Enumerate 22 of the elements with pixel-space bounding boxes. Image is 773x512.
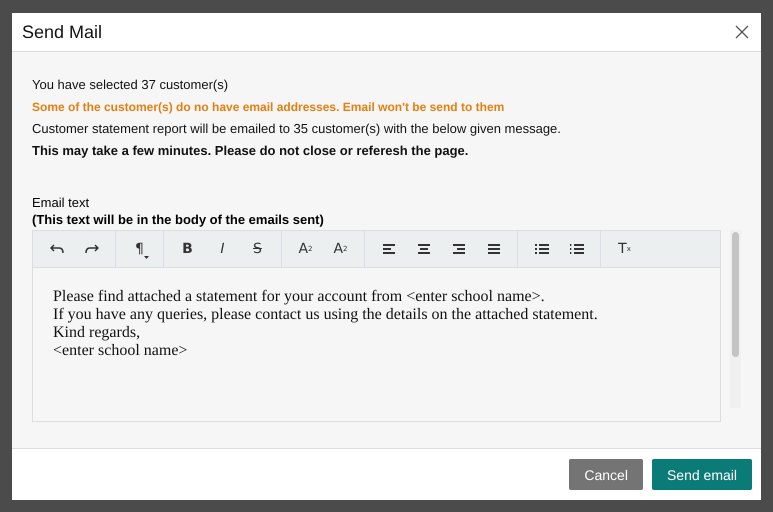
- rich-text-editor[interactable]: [32, 230, 721, 422]
- close-icon[interactable]: [733, 23, 751, 41]
- email-body-line: If you have any queries, please contact us using the details on the attached statement.: [53, 306, 599, 324]
- email-body-line: Kind regards,: [53, 324, 142, 342]
- send-email-button[interactable]: Send email: [652, 459, 752, 490]
- caret-icon: [144, 256, 149, 259]
- scrollbar[interactable]: [730, 230, 741, 408]
- bold-button[interactable]: B: [170, 235, 205, 263]
- message-text: Some of the customer(s) do no have email addresses. Email won't be send to them: [32, 99, 506, 115]
- dialog-title: Send Mail: [22, 22, 102, 42]
- message-text: You have selected 37 customer(s): [32, 77, 230, 93]
- cancel-button[interactable]: Cancel: [569, 459, 643, 490]
- italic-button[interactable]: I: [205, 235, 240, 263]
- paragraph-button[interactable]: ¶: [122, 235, 157, 263]
- email-text-label: Email text: [32, 194, 90, 211]
- strike-button[interactable]: S: [240, 235, 275, 263]
- email-body-line: <enter school name>: [53, 342, 188, 360]
- email-text-hint: (This text will be in the body of the emails sent): [32, 211, 325, 229]
- message-text: This may take a few minutes. Please do not close or referesh the page.: [32, 143, 470, 159]
- message-text: Customer statement report will be emailed to 35 customer(s) with the below given message.: [32, 121, 562, 137]
- superscript-button[interactable]: A$^{2}$: [288, 235, 323, 263]
- email-body-line: Please find attached a statement for your account from <enter school name>.: [53, 288, 546, 306]
